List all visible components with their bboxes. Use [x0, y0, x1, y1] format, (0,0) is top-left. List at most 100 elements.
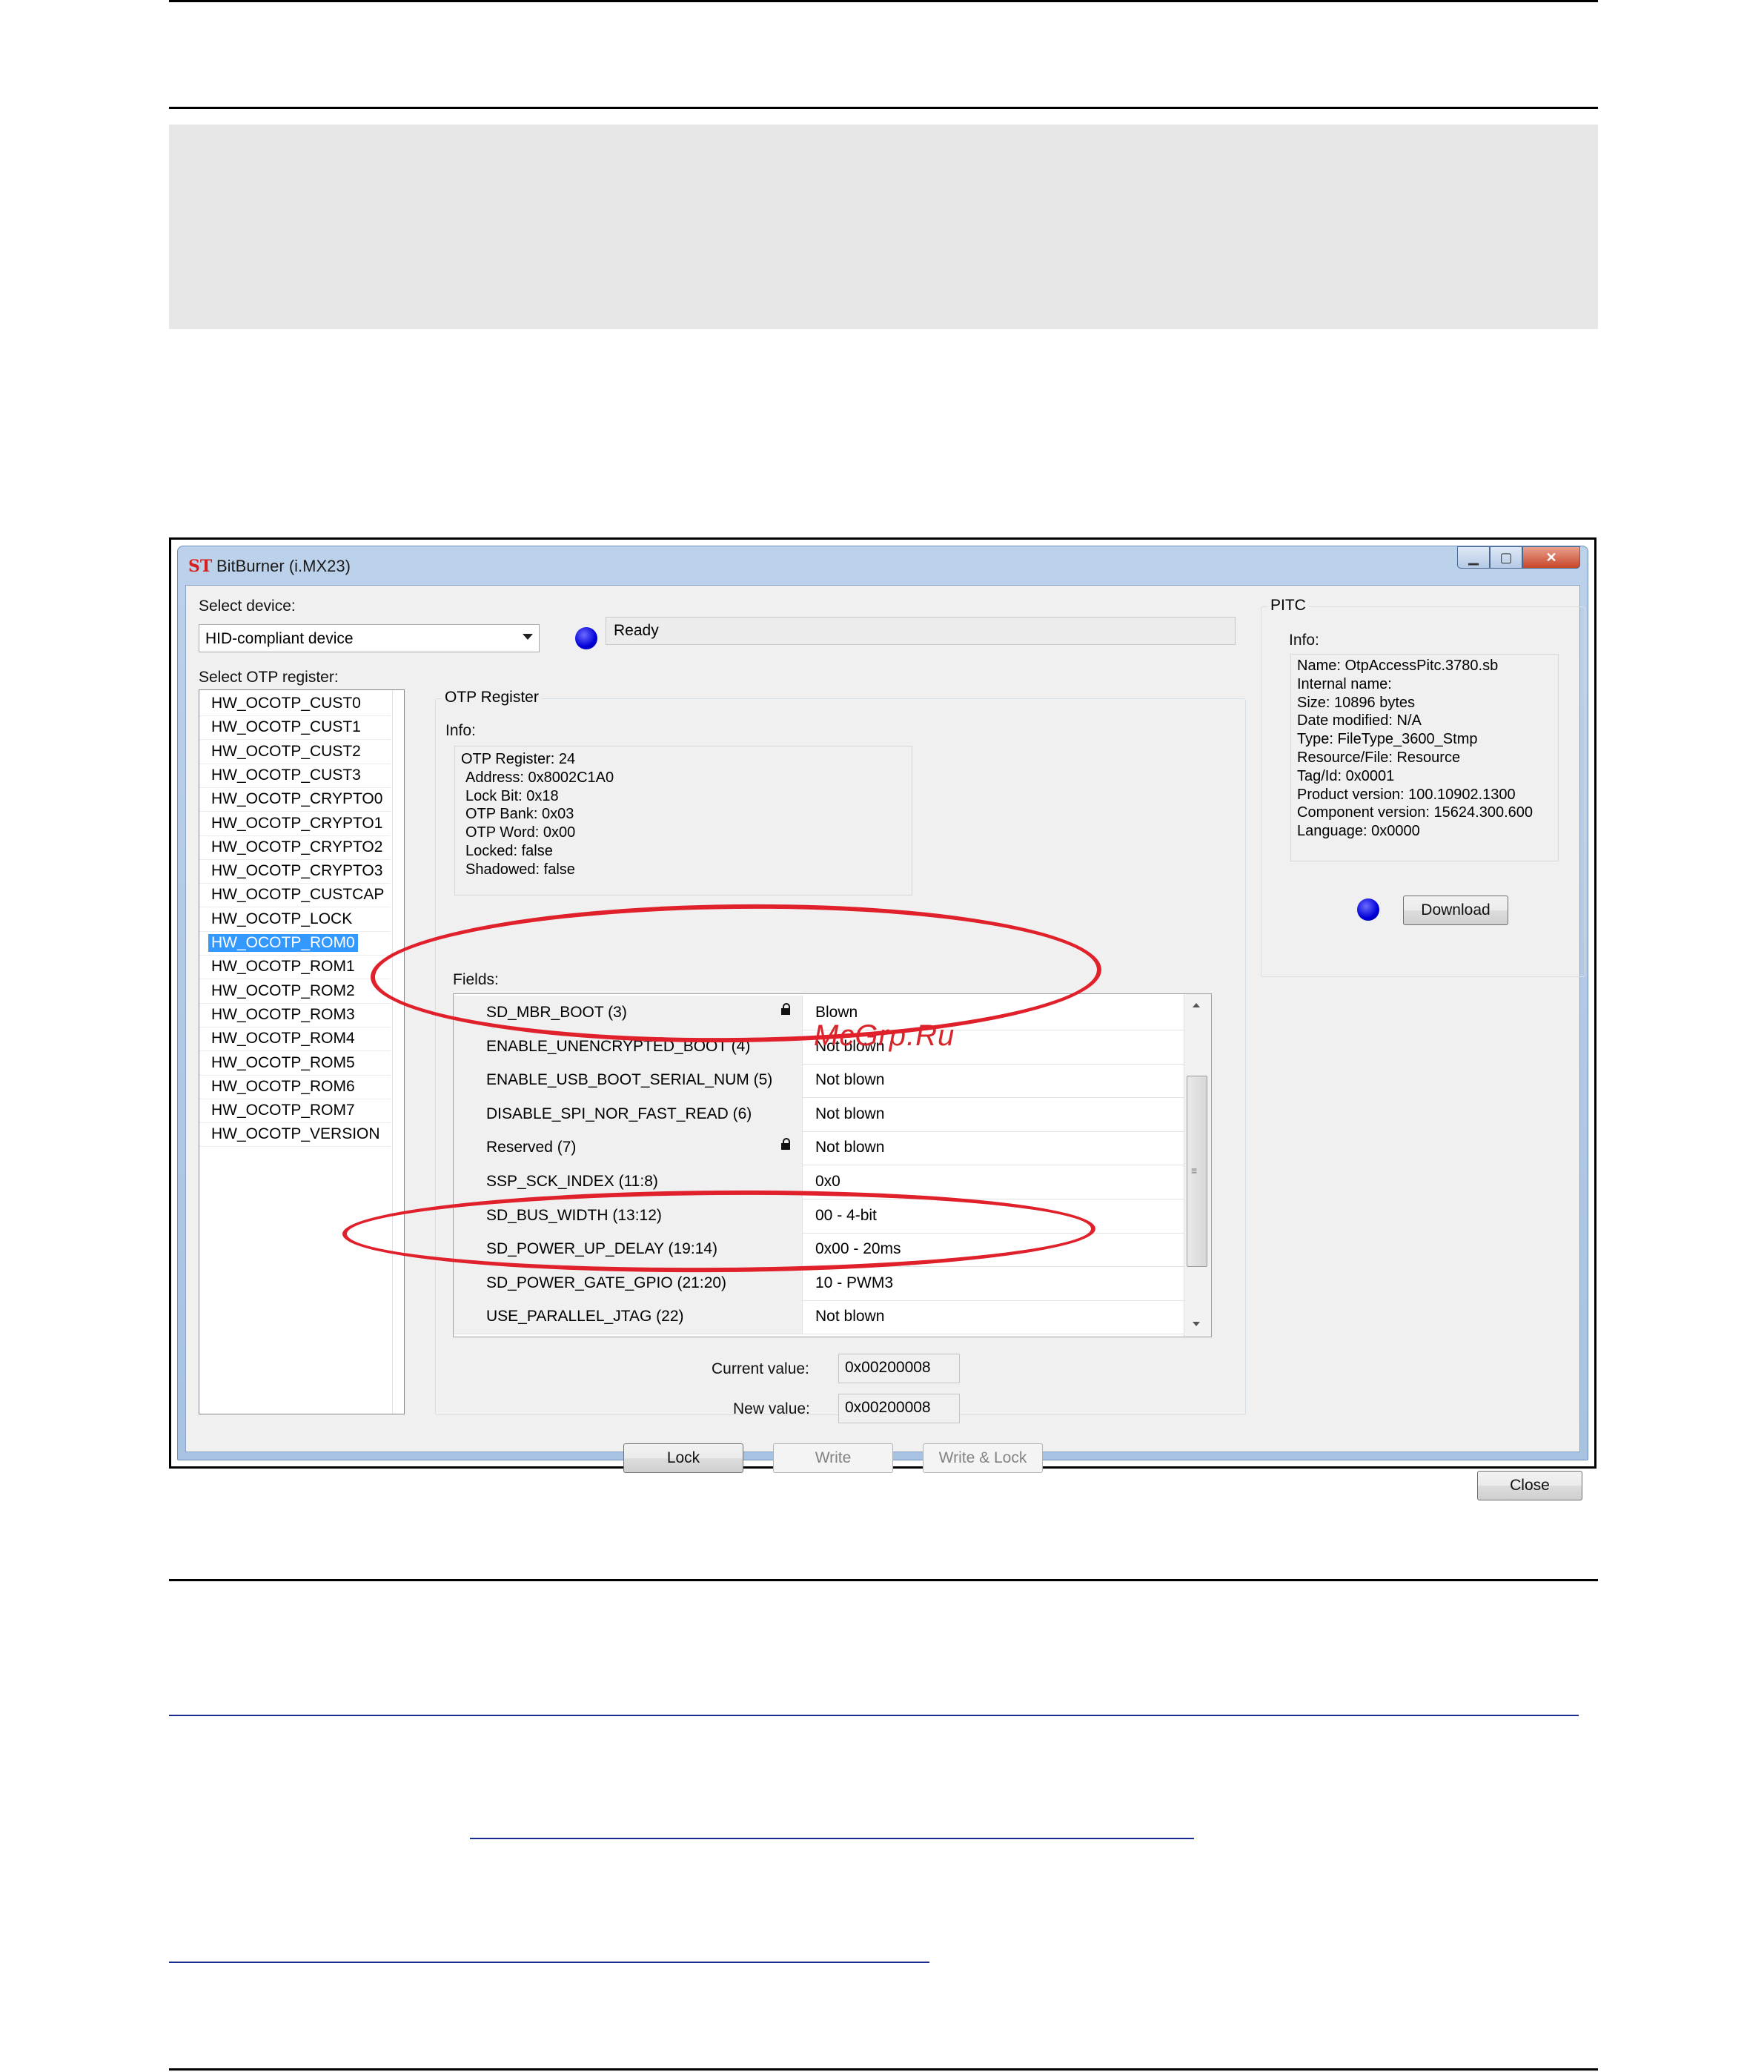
- header-rule: [169, 107, 1598, 109]
- otp-register-list-item[interactable]: HW_OCOTP_ROM1: [199, 955, 391, 980]
- otp-register-list-item[interactable]: HW_OCOTP_ROM4: [199, 1027, 391, 1052]
- field-name-cell: Reserved (7): [454, 1131, 803, 1165]
- otp-register-item-label: HW_OCOTP_ROM4: [211, 1030, 355, 1047]
- current-value-label: Current value:: [712, 1360, 809, 1377]
- field-row[interactable]: SD_POWER_GATE_GPIO (21:20) 10 - PWM3: [454, 1265, 1184, 1301]
- field-name: DISABLE_SPI_NOR_FAST_READ (6): [486, 1105, 752, 1122]
- close-button[interactable]: Close: [1477, 1471, 1582, 1500]
- device-status-text: Ready: [614, 622, 659, 639]
- write-lock-button[interactable]: Write & Lock: [923, 1443, 1043, 1473]
- pitc-info-line: Product version: 100.10902.1300: [1297, 786, 1516, 803]
- select-device-label: Select device:: [199, 598, 296, 615]
- device-selected-value: HID-compliant device: [205, 630, 354, 647]
- otp-register-list-item[interactable]: HW_OCOTP_ROM3: [199, 1003, 391, 1027]
- otp-register-group-title: OTP Register: [442, 689, 542, 706]
- otp-register-list-item[interactable]: HW_OCOTP_CUST1: [199, 715, 391, 741]
- device-status-box: Ready: [606, 617, 1236, 645]
- otp-register-list-item[interactable]: HW_OCOTP_CRYPTO0: [199, 787, 391, 812]
- field-row[interactable]: DISABLE_SPI_NOR_FAST_READ (6) Not blown: [454, 1096, 1184, 1132]
- otp-register-list-item[interactable]: HW_OCOTP_LOCK: [199, 907, 391, 932]
- otp-register-item-label: HW_OCOTP_CUSTCAP: [211, 886, 385, 904]
- dropdown-arrow-icon: [523, 634, 533, 640]
- pitc-info-line: Component version: 15624.300.600: [1297, 804, 1533, 821]
- otp-register-item-label: HW_OCOTP_CRYPTO3: [211, 862, 383, 880]
- otp-register-list-item[interactable]: HW_OCOTP_CUST2: [199, 740, 391, 764]
- otp-info-label: Info:: [445, 722, 476, 739]
- otp-register-list-item[interactable]: HW_OCOTP_ROM2: [199, 979, 391, 1004]
- otp-register-item-label: HW_OCOTP_CUST3: [211, 766, 361, 784]
- close-window-button[interactable]: ✕: [1522, 546, 1580, 569]
- otp-register-item-label: HW_OCOTP_ROM1: [211, 958, 355, 976]
- field-value: Not blown: [815, 1139, 885, 1156]
- pitc-info-line: Language: 0x0000: [1297, 823, 1420, 840]
- current-value-text: 0x00200008: [845, 1359, 931, 1376]
- minimize-icon: ▁: [1468, 549, 1479, 565]
- otp-register-list-item[interactable]: HW_OCOTP_ROM5: [199, 1051, 391, 1076]
- field-value: 0x0: [815, 1173, 840, 1190]
- footer-rule-upper: [169, 1579, 1598, 1581]
- otp-register-list-item[interactable]: HW_OCOTP_CRYPTO1: [199, 812, 391, 836]
- otp-info-line: OTP Register: 24: [461, 751, 576, 767]
- scroll-up-icon[interactable]: [1193, 1003, 1200, 1007]
- app-logo-icon: ST: [188, 557, 213, 576]
- title-bar[interactable]: ST BitBurner (i.MX23) ▁ ▢ ✕: [178, 546, 1588, 585]
- link-underline-1: [169, 1715, 1579, 1716]
- otp-info-line: Lock Bit: 0x18: [465, 787, 559, 804]
- pitc-info-line: Internal name:: [1297, 675, 1392, 692]
- otp-info-line: Address: 0x8002C1A0: [465, 769, 614, 786]
- otp-register-item-label: HW_OCOTP_VERSION: [211, 1125, 380, 1143]
- pitc-info-line: Tag/Id: 0x0001: [1297, 767, 1395, 784]
- link-underline-3: [169, 1962, 929, 1963]
- otp-register-list-item[interactable]: HW_OCOTP_ROM7: [199, 1099, 391, 1124]
- gray-note-band: [169, 125, 1598, 329]
- current-value-field: 0x00200008: [838, 1354, 960, 1383]
- field-name: SD_POWER_GATE_GPIO (21:20): [486, 1274, 727, 1291]
- top-rule: [169, 0, 1598, 2]
- otp-register-list-item[interactable]: HW_OCOTP_VERSION: [199, 1122, 391, 1148]
- pitc-info-box: Name: OtpAccessPitc.3780.sb Internal name…: [1290, 654, 1559, 861]
- otp-register-list-item[interactable]: HW_OCOTP_CRYPTO3: [199, 859, 391, 884]
- write-button[interactable]: Write: [773, 1443, 893, 1473]
- otp-register-list[interactable]: HW_OCOTP_CUST0 HW_OCOTP_CUST1 HW_OCOTP_CUS…: [199, 689, 405, 1414]
- otp-register-list-item[interactable]: HW_OCOTP_CUSTCAP: [199, 883, 391, 908]
- close-icon: ✕: [1545, 549, 1557, 565]
- field-value: 10 - PWM3: [815, 1274, 894, 1291]
- field-value: Not blown: [815, 1071, 885, 1089]
- otp-register-item-label: HW_OCOTP_LOCK: [211, 910, 353, 927]
- minimize-button[interactable]: ▁: [1457, 546, 1490, 569]
- otp-register-item-label: HW_OCOTP_CUST1: [211, 718, 361, 736]
- lock-button-label: Lock: [666, 1449, 700, 1466]
- field-name-cell: DISABLE_SPI_NOR_FAST_READ (6): [454, 1096, 803, 1131]
- otp-register-item-label: HW_OCOTP_CUST0: [211, 695, 361, 712]
- device-dropdown[interactable]: HID-compliant device: [199, 624, 540, 652]
- otp-register-list-item[interactable]: HW_OCOTP_ROM6: [199, 1075, 391, 1099]
- field-name: Reserved (7): [486, 1139, 577, 1156]
- otp-info-line: OTP Word: 0x00: [465, 824, 576, 841]
- lock-icon: [781, 1138, 790, 1151]
- maximize-icon: ▢: [1499, 549, 1513, 565]
- otp-register-list-item[interactable]: HW_OCOTP_ROM0: [199, 931, 391, 956]
- otp-register-list-item[interactable]: HW_OCOTP_CUST3: [199, 764, 391, 788]
- field-row[interactable]: USE_PARALLEL_JTAG (22) Not blown: [454, 1300, 1184, 1335]
- fields-scrollbar[interactable]: ≡: [1184, 994, 1211, 1337]
- select-otp-register-label: Select OTP register:: [199, 669, 339, 686]
- field-row[interactable]: ENABLE_USB_BOOT_SERIAL_NUM (5) Not blown: [454, 1063, 1184, 1099]
- close-button-label: Close: [1510, 1477, 1550, 1494]
- pitc-info-line: Type: FileType_3600_Stmp: [1297, 731, 1478, 748]
- otp-info-box: OTP Register: 24 Address: 0x8002C1A0 Lock …: [454, 746, 912, 896]
- pitc-info-line: Name: OtpAccessPitc.3780.sb: [1297, 658, 1499, 674]
- otp-register-item-label: HW_OCOTP_ROM0: [208, 934, 358, 952]
- pitc-info-line: Date modified: N/A: [1297, 712, 1422, 729]
- lock-button[interactable]: Lock: [623, 1443, 743, 1473]
- new-value-field[interactable]: 0x00200008: [838, 1394, 960, 1423]
- field-row[interactable]: Reserved (7) Not blown: [454, 1131, 1184, 1166]
- download-button-label: Download: [1421, 901, 1491, 919]
- otp-register-list-item[interactable]: HW_OCOTP_CUST0: [199, 692, 391, 716]
- otp-register-item-label: HW_OCOTP_CRYPTO1: [211, 814, 383, 832]
- new-value-label: New value:: [733, 1400, 810, 1417]
- otp-register-item-label: HW_OCOTP_CRYPTO0: [211, 790, 383, 808]
- download-button[interactable]: Download: [1403, 896, 1508, 925]
- otp-register-list-item[interactable]: HW_OCOTP_CRYPTO2: [199, 835, 391, 860]
- maximize-button[interactable]: ▢: [1490, 546, 1522, 569]
- scroll-down-icon[interactable]: [1193, 1322, 1200, 1326]
